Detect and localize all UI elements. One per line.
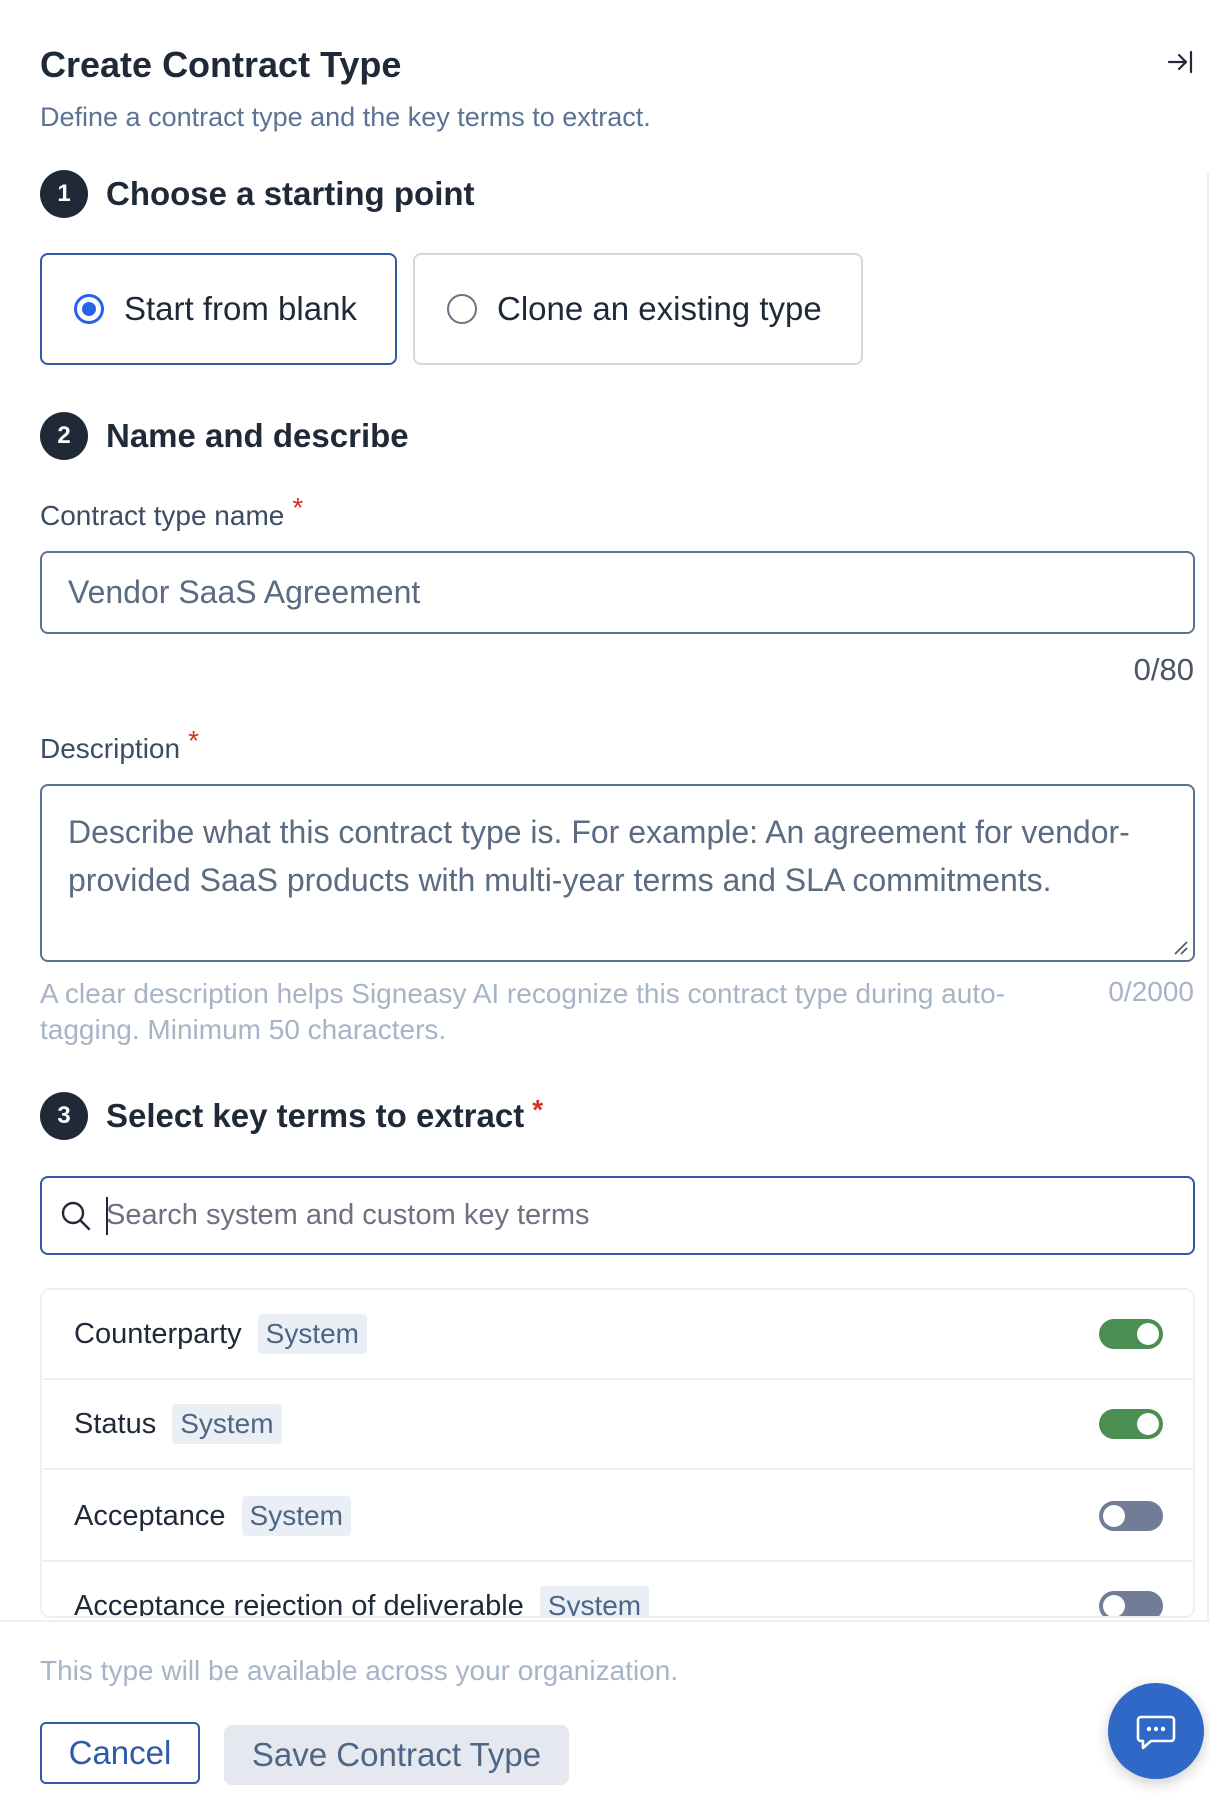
chat-button[interactable] (1108, 1683, 1204, 1779)
key-term-toggle[interactable] (1099, 1319, 1163, 1349)
resize-handle-icon[interactable] (1171, 938, 1189, 956)
search-placeholder: Search system and custom key terms (106, 1197, 590, 1235)
step-title: Choose a starting point (106, 175, 475, 212)
required-mark: * (188, 725, 199, 756)
step-title: Name and describe (106, 417, 409, 454)
step-1-header: 1 Choose a starting point (40, 170, 475, 218)
contract-type-name-input[interactable]: Vendor SaaS Agreement (40, 551, 1195, 634)
step-2-header: 2 Name and describe (40, 412, 409, 460)
key-term-row: Acceptance rejection of deliverable Syst… (42, 1562, 1193, 1618)
key-term-name: Counterparty (74, 1317, 242, 1350)
system-tag: System (172, 1404, 282, 1444)
step-number-badge: 1 (40, 170, 88, 218)
system-tag: System (257, 1314, 368, 1354)
key-term-name: Status (74, 1407, 157, 1440)
required-mark: * (292, 492, 304, 523)
description-textarea[interactable]: Describe what this contract type is. For… (40, 784, 1195, 962)
key-term-row: Acceptance System (42, 1472, 1193, 1562)
collapse-panel-button[interactable] (1160, 42, 1200, 82)
key-terms-search-input[interactable]: Search system and custom key terms (40, 1176, 1195, 1255)
start-from-blank-option[interactable]: Start from blank (40, 253, 397, 365)
availability-note: This type will be available across your … (40, 1655, 679, 1686)
description-helper-text: A clear description helps Signeasy AI re… (40, 978, 1005, 1045)
key-term-row: Counterparty System (42, 1290, 1193, 1380)
description-label: Description * (40, 725, 199, 764)
key-term-toggle[interactable] (1099, 1501, 1163, 1531)
chat-bubble-icon (1136, 1715, 1176, 1750)
key-terms-list[interactable]: Counterparty System Status System Accept… (40, 1288, 1195, 1618)
page-title: Create Contract Type (40, 44, 402, 85)
system-tag: System (241, 1496, 351, 1536)
scrollbar-track[interactable] (1207, 172, 1209, 1620)
key-term-toggle[interactable] (1099, 1591, 1163, 1616)
key-term-row: Status System (42, 1380, 1193, 1470)
name-char-counter: 0/80 (1133, 652, 1194, 687)
radio-unselected-icon[interactable] (447, 294, 477, 324)
search-icon (61, 1201, 91, 1230)
collapse-panel-right-icon (1167, 50, 1193, 74)
step-3-header: 3 Select key terms to extract * (40, 1092, 543, 1140)
save-contract-type-button[interactable]: Save Contract Type (224, 1725, 569, 1785)
cancel-button[interactable]: Cancel (40, 1722, 200, 1784)
description-char-counter: 0/2000 (1108, 976, 1194, 1007)
key-term-toggle[interactable] (1099, 1409, 1163, 1439)
radio-selected-icon[interactable] (74, 294, 104, 324)
key-term-name: Acceptance rejection of deliverable (74, 1589, 524, 1618)
text-caret (106, 1197, 108, 1235)
contract-type-name-label: Contract type name * (40, 492, 304, 531)
step-number-badge: 2 (40, 412, 88, 460)
step-title: Select key terms to extract * (106, 1094, 544, 1134)
key-term-name: Acceptance (74, 1499, 226, 1532)
system-tag: System (539, 1586, 650, 1616)
input-placeholder: Vendor SaaS Agreement (68, 574, 421, 610)
required-mark: * (532, 1094, 544, 1125)
option-label: Start from blank (124, 290, 357, 327)
page-subtitle: Define a contract type and the key terms… (40, 102, 651, 132)
step-number-badge: 3 (40, 1092, 88, 1140)
clone-existing-type-option[interactable]: Clone an existing type (413, 253, 863, 365)
create-contract-type-panel: Create Contract Type Define a contract t… (0, 0, 1210, 1800)
textarea-placeholder: Describe what this contract type is. For… (68, 814, 1130, 898)
option-label: Clone an existing type (497, 290, 822, 327)
